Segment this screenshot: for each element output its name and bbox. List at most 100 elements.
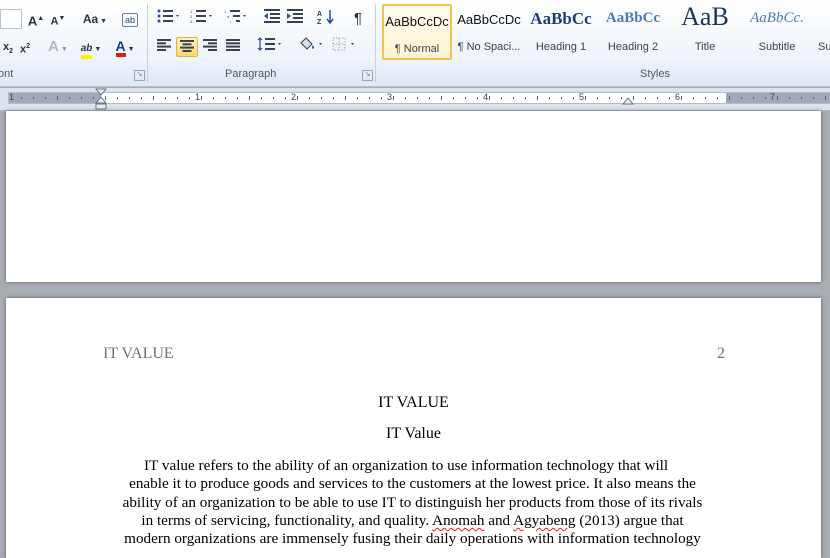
shrink-font-button[interactable]: A▼ (48, 9, 68, 29)
style-preview: AaBbCc. (750, 10, 804, 26)
first-line-indent-icon[interactable] (95, 88, 107, 110)
page-number: 2 (717, 345, 725, 362)
svg-text:i: i (230, 19, 231, 23)
style-no-spacing[interactable]: AaBbCcDc ¶ No Spaci... (454, 4, 524, 60)
page-1[interactable] (6, 111, 821, 282)
spelling-flag: Anomah (432, 511, 485, 529)
style-heading-1[interactable]: AaBbCc Heading 1 (526, 4, 596, 60)
increase-indent-button[interactable] (285, 9, 305, 29)
align-center-button[interactable] (176, 37, 198, 57)
subscript-mark: 2 (9, 48, 14, 56)
ruler-tick (309, 97, 310, 99)
ruler-tick (21, 97, 22, 99)
ruler-tick (645, 97, 646, 99)
paragraph-dialog-launcher-icon[interactable]: ↘ (362, 70, 373, 81)
ruler-tick (825, 96, 826, 100)
style-title[interactable]: AaB Title (670, 2, 740, 60)
ruler-tick (405, 97, 406, 99)
style-partial[interactable]: Su (814, 4, 830, 60)
paragraph-line: ability of an organization to be able to… (122, 493, 703, 511)
multilevel-list-button[interactable]: 1ai (222, 9, 250, 29)
justify-button[interactable] (223, 37, 243, 57)
ruler-number: 6 (675, 92, 681, 102)
style-label: Su (818, 41, 830, 53)
style-preview: AaBbCc (605, 10, 661, 26)
ruler-tick (525, 97, 526, 99)
clear-formatting-button[interactable]: ab (120, 9, 140, 29)
font-dialog-launcher-icon[interactable]: ↘ (134, 70, 145, 81)
font-color-button[interactable]: A ▼ (110, 37, 140, 57)
paragraph-line: modern organizations are immensely fusin… (124, 530, 701, 548)
subscript-button[interactable]: x2 (0, 37, 16, 57)
sort-icon: AZ (317, 10, 334, 26)
paragraph-line: enable it to produce goods and services … (129, 475, 696, 493)
change-case-button[interactable]: Aa ▼ (80, 9, 110, 29)
ruler-tick (393, 96, 394, 100)
bullets-button[interactable] (155, 9, 183, 29)
document-title: IT VALUE (378, 394, 449, 411)
ruler-left-margin (9, 93, 101, 103)
borders-icon (332, 37, 354, 51)
style-preview: AaBbCcDc (457, 12, 521, 27)
show-marks-button[interactable]: ¶ (348, 9, 368, 29)
line-spacing-button[interactable] (255, 37, 285, 57)
highlight-button[interactable]: ab ▼ (76, 37, 106, 59)
numbering-button[interactable]: 123 (188, 9, 216, 29)
paint-bucket-icon (300, 37, 322, 50)
ruler-tick (789, 97, 790, 99)
ruler-tick (321, 97, 322, 99)
ruler-number: 3 (387, 92, 393, 102)
grow-font-button[interactable]: A▲ (26, 9, 46, 29)
ruler-tick (261, 97, 262, 99)
style-label: Heading 1 (535, 41, 587, 53)
ruler-tick (441, 96, 442, 100)
ruler-tick (561, 97, 562, 99)
style-subtitle[interactable]: AaBbCc. Subtitle (742, 4, 812, 60)
style-heading-2[interactable]: AaBbCc Heading 2 (598, 4, 668, 60)
group-divider (375, 4, 376, 82)
shading-button[interactable] (296, 37, 326, 57)
sort-button[interactable]: AZ (315, 9, 337, 29)
font-size-box[interactable] (0, 9, 22, 29)
decrease-indent-button[interactable] (262, 9, 282, 29)
bullets-icon (157, 9, 179, 23)
body-paragraph[interactable]: IT value refers to the ability of an org… (100, 457, 725, 548)
ruler-number: 1 (9, 92, 15, 102)
spelling-flag: Agyabeng (513, 511, 576, 529)
paragraph-line: in terms of servicing, functionality, an… (100, 512, 725, 530)
page-2[interactable]: IT VALUE 2 IT VALUE IT Value IT value re… (6, 298, 821, 558)
style-label: Title (694, 41, 716, 53)
align-left-button[interactable] (154, 37, 174, 57)
clear-formatting-icon: ab (122, 13, 138, 27)
styles-gallery: AaBbCcDc ¶ Normal AaBbCcDc ¶ No Spaci...… (382, 2, 830, 62)
ruler-tick (669, 97, 670, 99)
ruler-tick (369, 97, 370, 99)
ruler-number: 5 (579, 92, 585, 102)
right-indent-icon[interactable] (622, 97, 634, 106)
grow-font-icon: A (27, 13, 38, 29)
ruler-tick (693, 97, 694, 99)
style-normal[interactable]: AaBbCcDc ¶ Normal (382, 4, 452, 60)
group-divider (147, 4, 148, 82)
document-area[interactable]: IT VALUE 2 IT VALUE IT Value IT value re… (0, 111, 830, 558)
superscript-button[interactable]: x2 (17, 37, 33, 57)
ruler-tick (285, 97, 286, 99)
font-group-label: ont (0, 68, 14, 80)
ruler-tick (117, 97, 118, 99)
ruler-number: 1 (195, 92, 201, 102)
ruler-tick (741, 97, 742, 99)
font-color-icon: A (115, 39, 126, 57)
highlight-icon: ab (80, 43, 93, 59)
ruler-tick (489, 96, 490, 100)
ruler-tick (477, 97, 478, 99)
align-right-button[interactable] (200, 37, 220, 57)
horizontal-ruler[interactable]: 1 1 2 3 4 5 6 7 (0, 88, 830, 111)
borders-button[interactable] (330, 37, 360, 57)
line-spacing-icon (257, 37, 281, 51)
line-text: in terms of servicing, functionality, an… (141, 511, 430, 529)
ruler-tick (765, 97, 766, 99)
text-effects-button[interactable]: A ▼ (44, 37, 72, 57)
style-preview: AaB (681, 2, 729, 31)
style-label: ¶ No Spaci... (457, 41, 521, 53)
ruler-tick (777, 96, 778, 100)
